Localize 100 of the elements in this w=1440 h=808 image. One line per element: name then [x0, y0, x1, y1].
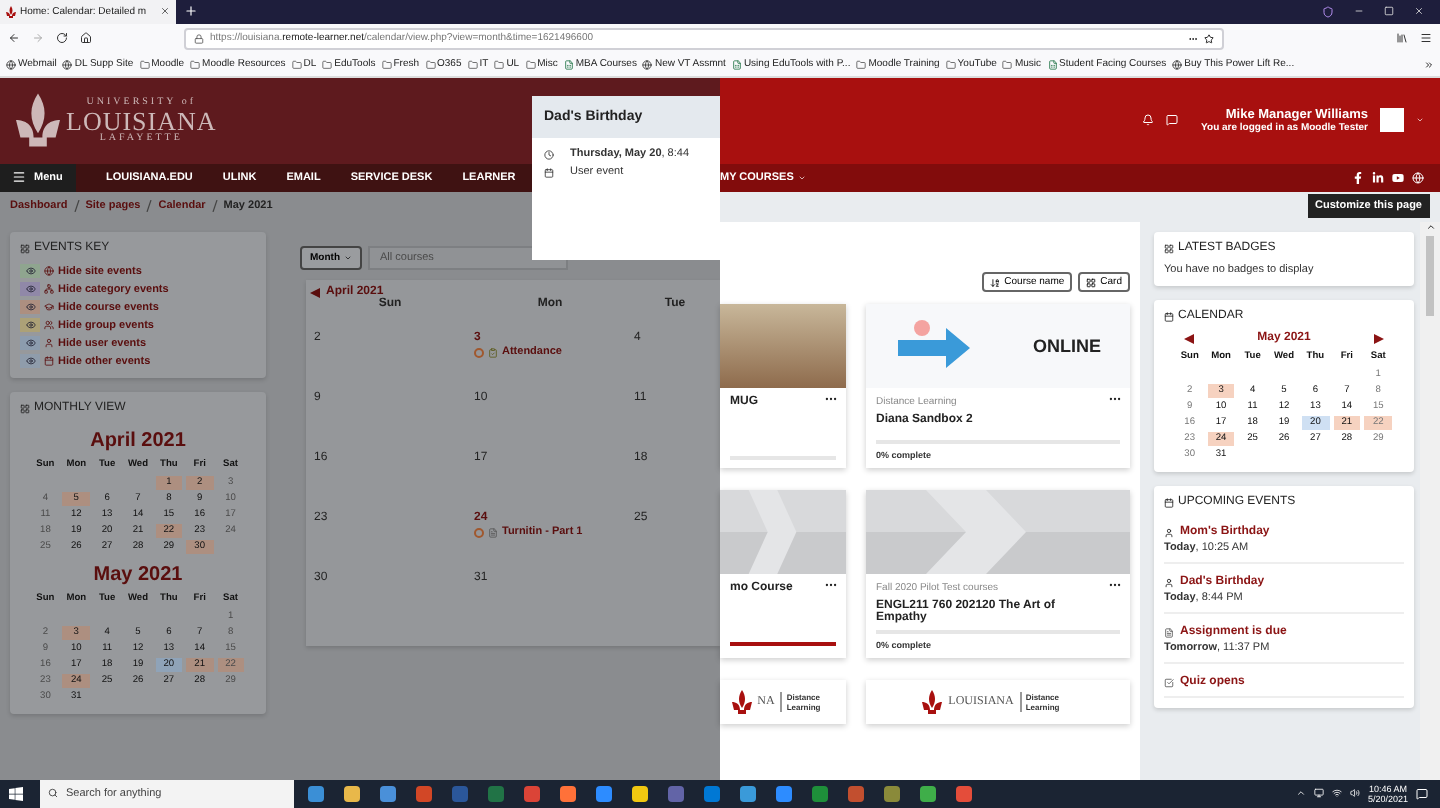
app-icon[interactable]: [308, 785, 324, 802]
app-icon[interactable]: [884, 785, 900, 802]
chevron-icon: [1425, 222, 1435, 233]
menu-icon: [12, 170, 26, 185]
app-icon[interactable]: [920, 785, 936, 802]
app-icon[interactable]: [380, 785, 396, 802]
calendar-icon: [1164, 497, 1174, 508]
library-icon[interactable]: [1396, 32, 1408, 45]
users-icon: [44, 320, 54, 331]
eye-toggle[interactable]: [20, 318, 40, 333]
banner-text: ONLINE: [1032, 336, 1101, 357]
event-dot: [474, 527, 484, 538]
chevron-icon[interactable]: [1295, 788, 1306, 799]
home-icon[interactable]: [80, 32, 92, 45]
mask-icon: [1322, 5, 1334, 18]
speaker-icon[interactable]: [1349, 788, 1360, 799]
folder-icon: [322, 59, 333, 70]
app-icon[interactable]: [344, 785, 360, 802]
triangle-icon: [310, 287, 320, 298]
folder-icon: [291, 59, 302, 70]
folder-icon: [1002, 59, 1013, 70]
plus-icon: [183, 4, 197, 19]
fleur-de-lis-icon: [922, 690, 943, 715]
fleur-de-lis-icon: [731, 690, 752, 715]
back-icon[interactable]: [8, 32, 20, 45]
clipboard-icon: [488, 347, 498, 358]
eye-toggle[interactable]: [20, 300, 40, 315]
user-icon: [44, 338, 54, 349]
folder-icon: [190, 59, 201, 70]
star-icon[interactable]: [1204, 33, 1214, 44]
fleur-de-lis-icon: [16, 92, 60, 149]
avatar[interactable]: [1380, 108, 1404, 133]
grid-icon: [20, 243, 30, 254]
checklist-icon: [1164, 677, 1174, 688]
next-arrow-icon[interactable]: [1374, 333, 1384, 344]
folder-icon: [494, 59, 505, 70]
sort-icon: [990, 277, 1001, 288]
app-icon[interactable]: [776, 785, 792, 802]
search-icon: [48, 788, 58, 799]
month-title: April 2021: [88, 430, 188, 453]
grid-icon: [1086, 277, 1097, 288]
breadcrumb-separator: [146, 200, 153, 213]
graduation-cap-icon: [44, 302, 54, 313]
breadcrumb-separator: [211, 200, 218, 213]
previous-arrow-icon[interactable]: [1184, 333, 1194, 344]
folder-icon: [945, 59, 956, 70]
windows-icon[interactable]: [8, 785, 24, 802]
menu-icon[interactable]: [1420, 32, 1432, 45]
grid-icon: [20, 403, 30, 414]
eye-toggle[interactable]: [20, 336, 40, 351]
linkedin-icon[interactable]: [1372, 171, 1384, 184]
document-icon: [1164, 627, 1174, 638]
lock-icon: [194, 33, 204, 44]
month-title: May 2021: [91, 564, 185, 587]
spreadsheet-icon: [563, 59, 574, 70]
folder-icon: [856, 59, 867, 70]
event-dot: [474, 347, 484, 358]
app-icon[interactable]: [740, 785, 756, 802]
network-icon: [44, 284, 54, 295]
user-icon: [1164, 577, 1174, 588]
reload-icon[interactable]: [56, 32, 68, 45]
eye-toggle[interactable]: [20, 282, 40, 297]
globe-icon: [1172, 59, 1183, 70]
app-icon[interactable]: [632, 785, 648, 802]
facebook-icon[interactable]: [1352, 171, 1364, 184]
globe-icon: [6, 59, 16, 70]
youtube-icon[interactable]: [1392, 171, 1404, 184]
fleur-de-lis-icon: [6, 5, 16, 18]
folder-icon: [467, 59, 478, 70]
globe-icon[interactable]: [1412, 171, 1424, 184]
more-bookmarks-icon[interactable]: [1424, 59, 1434, 70]
photo-placeholder: [720, 304, 846, 389]
folder-icon: [425, 59, 435, 70]
app-icon[interactable]: [596, 785, 612, 802]
monitor-icon[interactable]: [1313, 788, 1324, 799]
chat-icon[interactable]: [1165, 114, 1178, 127]
scrollbar[interactable]: [1420, 222, 1440, 780]
maximize-icon[interactable]: [1384, 6, 1394, 17]
breadcrumb-separator: [73, 200, 80, 213]
folder-icon: [525, 59, 536, 70]
spreadsheet-icon: [731, 59, 742, 70]
logo-text: LOUISIANA: [66, 107, 217, 134]
notification-icon[interactable]: [1416, 787, 1428, 800]
eye-toggle[interactable]: [20, 354, 40, 369]
user-icon: [1164, 527, 1174, 538]
grid-icon: [1164, 243, 1174, 254]
folder-icon: [381, 59, 392, 70]
app-icon[interactable]: [956, 785, 972, 802]
globe-icon: [642, 59, 653, 70]
folder-icon: [139, 59, 150, 70]
bell-icon[interactable]: [1141, 114, 1154, 127]
calendar-icon: [44, 356, 54, 367]
network-icon[interactable]: [1331, 788, 1342, 799]
spreadsheet-icon: [1047, 59, 1058, 70]
app-icon[interactable]: [560, 785, 576, 802]
calendar-icon: [1164, 311, 1174, 322]
minimize-icon[interactable]: [1354, 6, 1364, 17]
clock-icon: [544, 149, 554, 159]
eye-toggle[interactable]: [20, 264, 40, 279]
document-icon: [488, 527, 498, 538]
